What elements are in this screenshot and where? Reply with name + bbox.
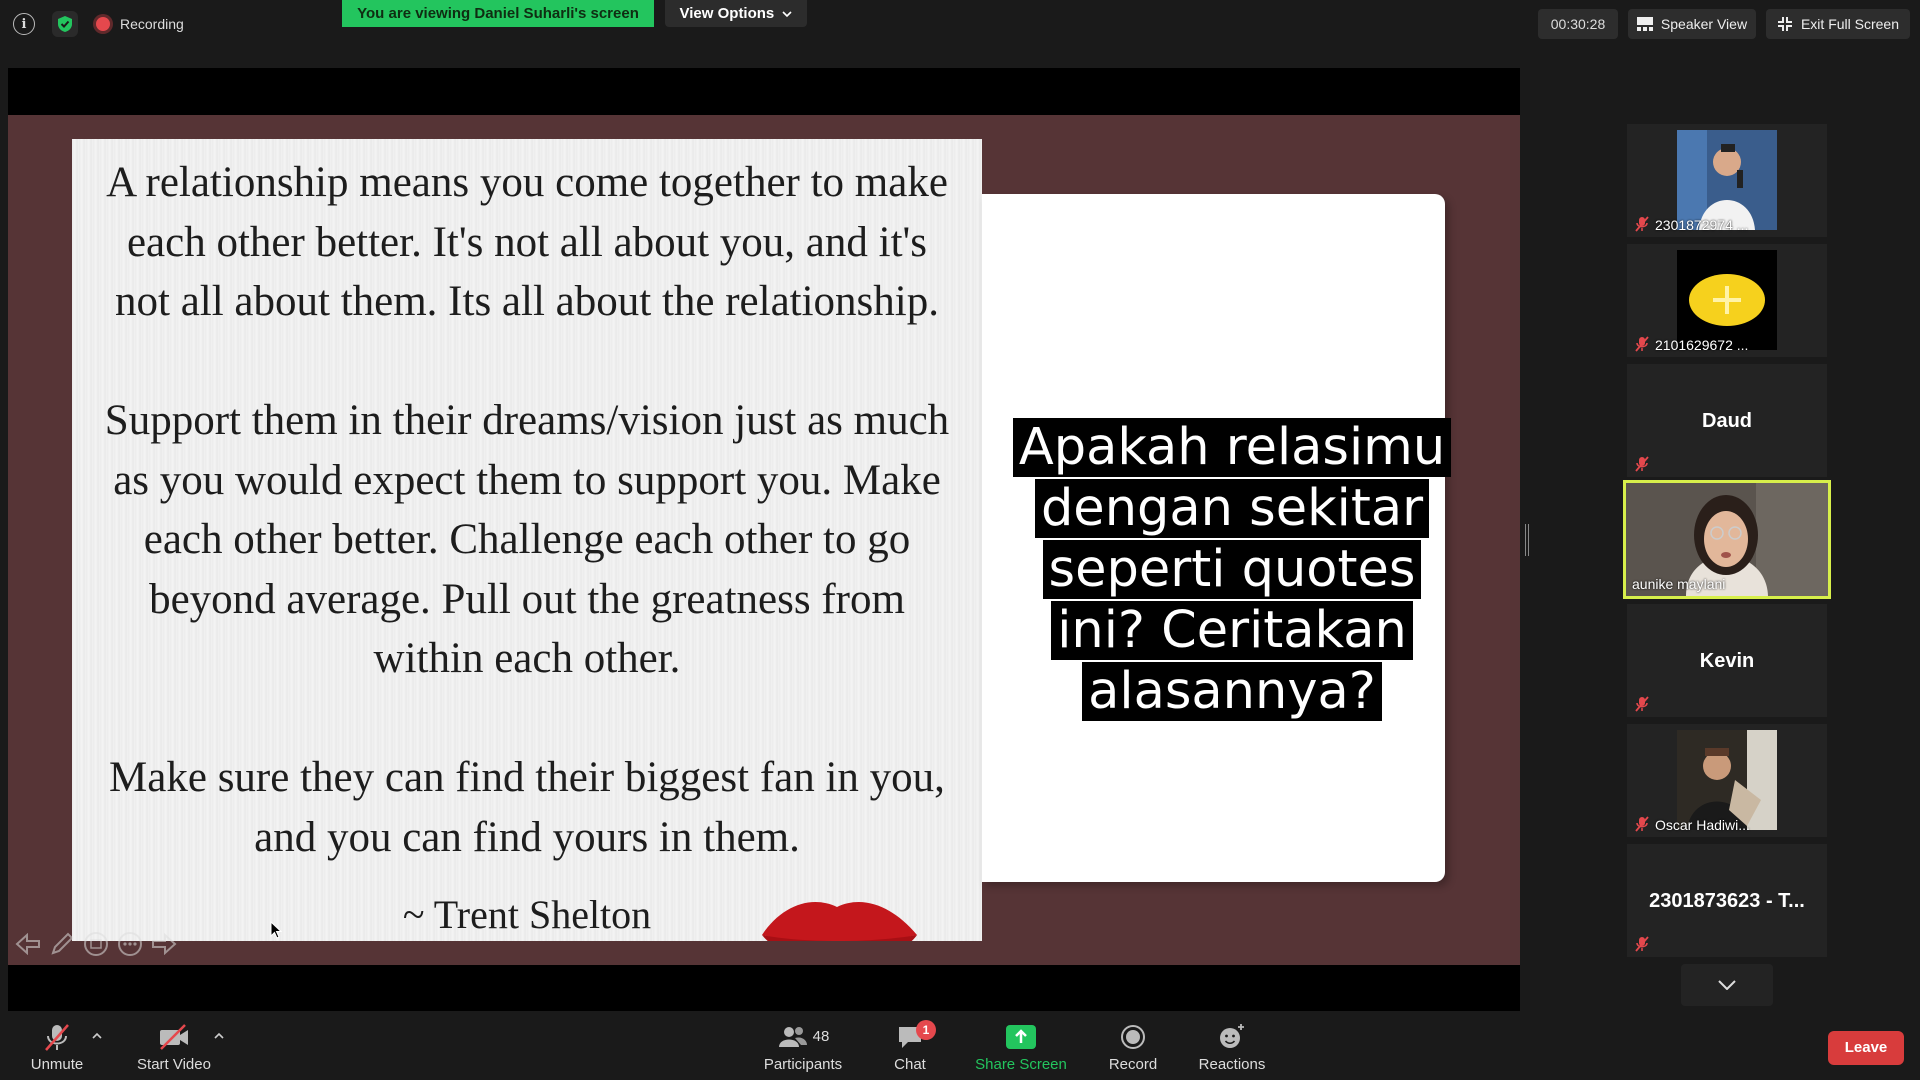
participant-name: 2301872974 ...	[1655, 217, 1749, 233]
participant-tile[interactable]: Kevin	[1627, 604, 1827, 717]
viewing-banner: You are viewing Daniel Suharli's screen	[342, 0, 654, 27]
reactions-button[interactable]: Reactions	[1196, 1014, 1268, 1080]
unmute-label: Unmute	[30, 1055, 84, 1073]
question-text: Apakah relasimu dengan sekitar seperti q…	[1012, 417, 1452, 722]
start-video-label: Start Video	[137, 1055, 211, 1073]
mic-muted-icon	[1635, 936, 1649, 952]
leave-button[interactable]: Leave	[1828, 1031, 1904, 1065]
mic-muted-icon	[1635, 456, 1649, 472]
recording-indicator[interactable]: Recording	[96, 13, 184, 35]
quote-line: Support them in their dreams/vision just…	[104, 397, 950, 444]
mic-muted-icon	[1635, 216, 1649, 232]
more-options-icon[interactable]	[116, 930, 144, 958]
video-options-caret-icon[interactable]	[213, 1030, 225, 1042]
quote-line: A relationship means you come together t…	[106, 159, 948, 206]
chat-label: Chat	[894, 1055, 926, 1073]
previous-slide-icon[interactable]	[14, 930, 42, 958]
more-participants-button[interactable]	[1681, 964, 1773, 1006]
participant-tile[interactable]: 2301872974 ...	[1627, 124, 1827, 237]
question-line: seperti quotes	[1042, 540, 1422, 599]
quote-line: within each other.	[373, 635, 681, 682]
record-label: Record	[1108, 1055, 1158, 1073]
quote-line: not all about them. Its all about the re…	[115, 278, 939, 325]
participants-button[interactable]: 48 Participants	[758, 1014, 848, 1080]
participant-tile[interactable]: 2101629672 ...	[1627, 244, 1827, 357]
question-line: alasannya?	[1082, 662, 1382, 721]
audio-options-caret-icon[interactable]	[91, 1030, 103, 1042]
start-video-button[interactable]: Start Video	[130, 1014, 218, 1080]
recording-label: Recording	[120, 16, 184, 32]
slide-navigation	[14, 930, 178, 958]
share-screen-icon	[1006, 1024, 1036, 1049]
quote-line: Make sure they can find their biggest fa…	[109, 754, 945, 801]
quote-line: as you would expect them to support you.…	[113, 456, 941, 504]
chat-unread-badge: 1	[916, 1019, 936, 1040]
share-screen-label: Share Screen	[975, 1055, 1067, 1073]
participant-name: 2101629672 ...	[1655, 337, 1749, 353]
lips-image	[762, 902, 917, 941]
presentation-slide: A relationship means you come together t…	[8, 115, 1520, 965]
participant-tile[interactable]: Daud	[1627, 364, 1827, 477]
reactions-label: Reactions	[1198, 1055, 1266, 1073]
reactions-smiley-icon	[1220, 1023, 1244, 1048]
question-line: dengan sekitar	[1034, 479, 1430, 538]
record-icon	[1121, 1024, 1145, 1049]
mic-muted-icon	[45, 1023, 69, 1051]
share-screen-button[interactable]: Share Screen	[972, 1014, 1070, 1080]
participant-name: Oscar Hadiwi...	[1655, 817, 1750, 833]
participant-tile[interactable]: Oscar Hadiwi...	[1627, 724, 1827, 837]
top-bar: i Recording You are viewing Daniel Suhar…	[0, 0, 1920, 52]
unmute-button[interactable]: Unmute	[22, 1014, 92, 1080]
meeting-toolbar: Unmute Start Video 48 Participants 1 Cha…	[0, 1014, 1920, 1080]
security-shield-icon[interactable]	[52, 11, 78, 37]
pen-icon[interactable]	[48, 930, 76, 958]
exit-fullscreen-icon	[1777, 17, 1792, 31]
quote-card: A relationship means you come together t…	[72, 139, 982, 941]
participant-name: Kevin	[1699, 650, 1755, 672]
chevron-down-icon	[1718, 980, 1736, 990]
shared-screen[interactable]: A relationship means you come together t…	[8, 68, 1520, 1011]
participant-video	[1677, 130, 1777, 230]
participant-name: aunike maylani	[1632, 576, 1726, 592]
mic-muted-icon	[1635, 816, 1649, 832]
next-slide-icon[interactable]	[150, 930, 178, 958]
exit-fullscreen-button[interactable]: Exit Full Screen	[1766, 9, 1910, 39]
question-line: ini? Ceritakan	[1051, 601, 1413, 660]
record-button[interactable]: Record	[1102, 1014, 1164, 1080]
quote-line: and you can find yours in them.	[254, 813, 800, 861]
chat-button[interactable]: 1 Chat	[882, 1014, 938, 1080]
exit-fullscreen-label: Exit Full Screen	[1800, 16, 1900, 32]
info-icon[interactable]: i	[13, 13, 35, 35]
quote-text: A relationship means you come together t…	[72, 139, 982, 867]
quote-line: each other better. Challenge each other …	[143, 516, 911, 563]
slides-grid-icon[interactable]	[82, 930, 110, 958]
view-options-label: View Options	[679, 5, 775, 22]
panel-resize-handle[interactable]	[1525, 524, 1529, 556]
participants-label: Participants	[763, 1055, 843, 1073]
question-line: Apakah relasimu	[1012, 418, 1452, 477]
speaker-view-button[interactable]: Speaker View	[1628, 9, 1756, 39]
participant-name: Daud	[1702, 410, 1752, 432]
participant-name: 2301873623 - T...	[1649, 890, 1805, 912]
speaker-view-icon	[1636, 17, 1653, 31]
quote-spacer	[72, 689, 982, 749]
mic-muted-icon	[1635, 696, 1649, 712]
speaker-view-label: Speaker View	[1660, 16, 1748, 32]
participant-video	[1677, 730, 1777, 830]
mouse-cursor-icon	[270, 921, 282, 939]
recording-dot-icon	[96, 17, 110, 31]
mic-muted-icon	[1635, 336, 1649, 352]
participant-tile[interactable]: 2301873623 - T...	[1627, 844, 1827, 957]
participants-icon	[778, 1026, 807, 1047]
quote-spacer	[72, 332, 982, 392]
quote-line: each other better. It's not all about yo…	[126, 218, 928, 266]
chevron-down-icon	[782, 11, 793, 18]
quote-line: beyond average. Pull out the greatness f…	[149, 575, 905, 623]
view-options-button[interactable]: View Options	[665, 0, 807, 27]
video-off-icon	[160, 1023, 188, 1050]
meeting-timer: 00:30:28	[1538, 9, 1618, 39]
participant-video	[1677, 250, 1777, 350]
participants-count: 48	[812, 1028, 830, 1045]
active-speaker-tile[interactable]: aunike maylani	[1623, 480, 1831, 599]
